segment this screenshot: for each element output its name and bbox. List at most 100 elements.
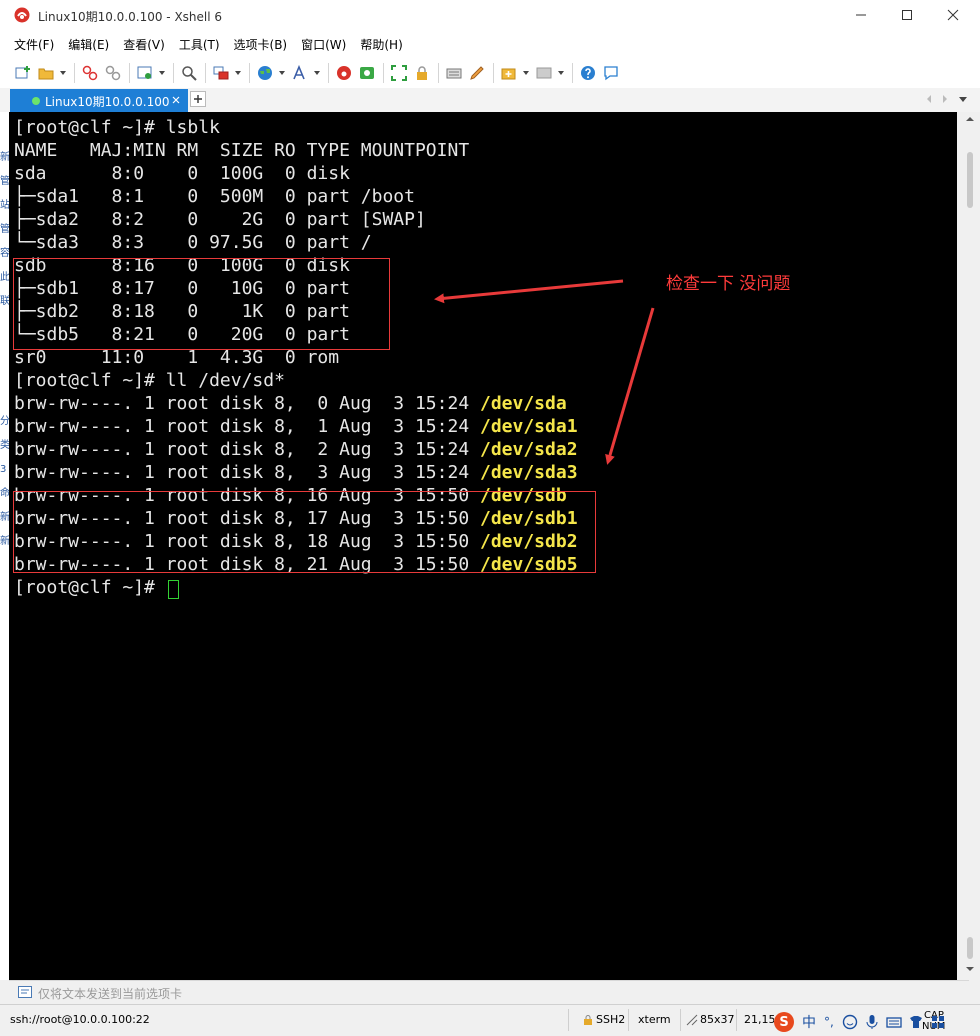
xftp-icon (360, 67, 374, 79)
chat-icon (604, 66, 618, 81)
disconnect-button[interactable] (104, 64, 122, 82)
chevron-down-icon (159, 71, 165, 75)
terminal-size-status: 85x37 (700, 1013, 735, 1026)
properties-icon (137, 66, 152, 79)
find-button[interactable] (180, 64, 198, 82)
keyboard-icon (446, 68, 462, 79)
toolbar (0, 58, 980, 88)
strip-glyph: 此 (0, 272, 9, 283)
xshell-button[interactable] (335, 64, 353, 82)
toolbar-separator (129, 63, 130, 83)
new-session-icon (15, 66, 30, 79)
xftp-button[interactable] (358, 64, 376, 82)
toolbar-separator (438, 63, 439, 83)
toolbar-separator (328, 63, 329, 83)
layout-dropdown[interactable] (235, 64, 241, 82)
toolbar-separator (205, 63, 206, 83)
scrollbar-thumb-bottom[interactable] (967, 937, 973, 959)
menu-window[interactable]: 窗口(W) (301, 36, 346, 53)
close-button[interactable] (930, 0, 976, 30)
strip-glyph: 管 (0, 224, 9, 235)
menu-file[interactable]: 文件(F) (14, 36, 54, 53)
help-icon (581, 66, 595, 80)
menu-tools[interactable]: 工具(T) (179, 36, 220, 53)
menu-view[interactable]: 查看(V) (123, 36, 165, 53)
tile-button[interactable] (535, 64, 553, 82)
search-icon (182, 66, 197, 81)
tab-next-icon[interactable] (940, 94, 950, 104)
chevron-down-icon (523, 71, 529, 75)
menu-tabs[interactable]: 选项卡(B) (234, 36, 288, 53)
connected-status-icon (32, 97, 40, 105)
sogou-logo[interactable]: S (774, 1012, 794, 1032)
toolbar-separator (383, 63, 384, 83)
strip-glyph: 管 (0, 176, 9, 187)
maximize-icon (902, 10, 912, 20)
open-folder-button[interactable] (37, 64, 55, 82)
tile-dropdown[interactable] (558, 64, 564, 82)
tab-close-icon[interactable] (170, 94, 182, 106)
tab-list-icon[interactable] (958, 94, 968, 104)
background-window-strip: 新管站管容此联分类3命新新 (0, 112, 9, 980)
toolbox-icon[interactable] (930, 1014, 946, 1030)
toolbar-separator (572, 63, 573, 83)
folder-icon (38, 68, 54, 80)
protocol-status: SSH2 (596, 1013, 626, 1026)
status-divider (628, 1009, 629, 1031)
font-dropdown[interactable] (314, 64, 320, 82)
scroll-down-icon[interactable] (965, 964, 975, 974)
new-session-button[interactable] (14, 64, 32, 82)
lock-icon (417, 66, 427, 80)
chevron-down-icon (558, 71, 564, 75)
open-dropdown[interactable] (60, 64, 66, 82)
vertical-scrollbar[interactable] (957, 112, 980, 980)
scroll-up-icon[interactable] (965, 114, 975, 124)
new-tab-dropdown[interactable] (523, 64, 529, 82)
lock-button[interactable] (413, 64, 431, 82)
keyboard-icon[interactable] (886, 1014, 902, 1030)
maximize-button[interactable] (884, 0, 930, 30)
plus-icon (194, 95, 202, 103)
menu-edit[interactable]: 编辑(E) (68, 36, 109, 53)
window-title: Linux10期10.0.0.100 - Xshell 6 (38, 10, 223, 24)
strip-glyph: 容 (0, 248, 9, 259)
chat-button[interactable] (602, 64, 620, 82)
new-tab-button[interactable] (500, 64, 518, 82)
skin-icon[interactable] (908, 1014, 924, 1030)
ime-mode[interactable]: 中 (802, 1012, 816, 1032)
properties-button[interactable] (136, 64, 154, 82)
keyboard-button[interactable] (445, 64, 463, 82)
tab-session[interactable]: Linux10期10.0.0.100 (10, 89, 188, 112)
scrollbar-thumb[interactable] (967, 152, 973, 208)
layout-button[interactable] (212, 64, 230, 82)
xshell-icon (337, 66, 351, 80)
tab-prev-icon[interactable] (924, 94, 934, 104)
minimize-icon (856, 14, 866, 16)
menu-help[interactable]: 帮助(H) (360, 36, 402, 53)
encoding-button[interactable] (256, 64, 274, 82)
compose-bar[interactable]: 仅将文本发送到当前选项卡 (9, 980, 969, 1004)
unlink-icon (105, 65, 121, 81)
reconnect-button[interactable] (81, 64, 99, 82)
microphone-icon[interactable] (864, 1014, 880, 1030)
encoding-dropdown[interactable] (279, 64, 285, 82)
tile-icon (536, 67, 552, 79)
strip-glyph: 类 (0, 440, 9, 451)
add-tab-button[interactable] (190, 91, 206, 107)
font-button[interactable] (291, 64, 309, 82)
properties-dropdown[interactable] (159, 64, 165, 82)
status-divider (736, 1009, 737, 1031)
terminal[interactable]: [root@clf ~]# lsblk NAME MAJ:MIN RM SIZE … (9, 112, 957, 980)
chevron-down-icon (314, 71, 320, 75)
pen-icon (470, 66, 484, 80)
emoji-icon[interactable] (842, 1014, 858, 1030)
ime-punct[interactable]: °, (824, 1015, 834, 1029)
toolbar-separator (493, 63, 494, 83)
fullscreen-button[interactable] (390, 64, 408, 82)
strip-glyph: 新 (0, 152, 9, 163)
minimize-button[interactable] (838, 0, 884, 30)
help-button[interactable] (579, 64, 597, 82)
highlight-button[interactable] (468, 64, 486, 82)
ime-toolbar: S 中 °, (774, 1011, 952, 1033)
strip-glyph: 联 (0, 296, 9, 307)
